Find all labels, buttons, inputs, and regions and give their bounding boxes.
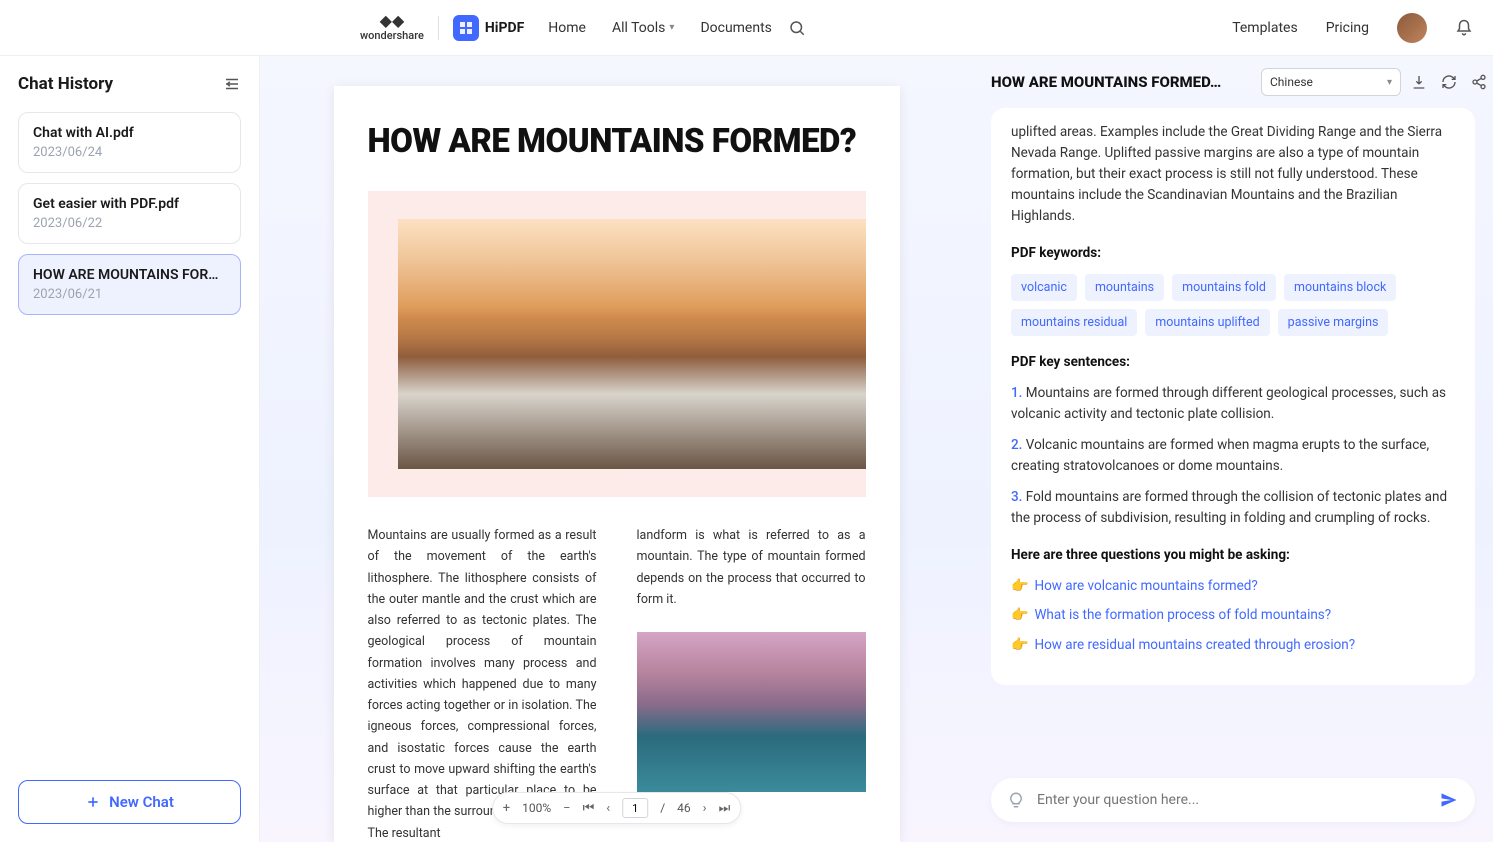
keyword-chip[interactable]: volcanic <box>1011 274 1077 301</box>
refresh-icon[interactable] <box>1441 74 1457 90</box>
sidebar: Chat History Chat with AI.pdf 2023/06/24… <box>0 56 260 842</box>
pointer-icon: 👉 <box>1011 635 1028 657</box>
brand-block: ◆◆ wondershare HiPDF Home All Tools ▾ Do… <box>360 13 806 42</box>
page-sep: / <box>660 801 665 815</box>
key-sentence: 1. Mountains are formed through differen… <box>1011 383 1455 425</box>
keyword-chip[interactable]: mountains block <box>1284 274 1396 301</box>
keyword-chip[interactable]: mountains fold <box>1172 274 1276 301</box>
chevron-down-icon: ▾ <box>669 22 674 33</box>
page-controls: + 100% − ⏮ ‹ / 46 › ⏭ <box>492 792 742 824</box>
collapse-sidebar-icon[interactable] <box>223 75 241 93</box>
nav-home[interactable]: Home <box>548 20 586 36</box>
header-right: Templates Pricing <box>1232 13 1473 43</box>
page-total: 46 <box>677 801 691 815</box>
history-item-active[interactable]: HOW ARE MOUNTAINS FORME… 2023/06/21 <box>18 254 241 315</box>
panel-actions <box>1411 74 1487 90</box>
keyword-chip[interactable]: mountains uplifted <box>1145 309 1269 336</box>
nav-all-tools-label: All Tools <box>612 20 665 36</box>
suggested-question[interactable]: 👉What is the formation process of fold m… <box>1011 605 1455 627</box>
history-item-date: 2023/06/22 <box>33 216 226 231</box>
main-area: Chat History Chat with AI.pdf 2023/06/24… <box>0 56 1493 842</box>
pointer-icon: 👉 <box>1011 576 1028 598</box>
plus-icon <box>85 794 101 810</box>
pointer-icon: 👉 <box>1011 605 1028 627</box>
lightbulb-icon[interactable] <box>1007 791 1025 809</box>
mountain-image <box>398 219 866 469</box>
history-item-name: Chat with AI.pdf <box>33 125 226 141</box>
ai-panel: HOW ARE MOUNTAINS FORMED… Chinese ▾ upli… <box>973 56 1493 842</box>
user-avatar[interactable] <box>1397 13 1427 43</box>
document-col2-text: landform is what is referred to as a mou… <box>637 528 866 607</box>
sidebar-header: Chat History <box>18 74 241 94</box>
wondershare-bolt-icon: ◆◆ <box>380 13 405 29</box>
download-icon[interactable] <box>1411 74 1427 90</box>
history-item[interactable]: Get easier with PDF.pdf 2023/06/22 <box>18 183 241 244</box>
zoom-in-icon[interactable]: + <box>503 801 510 816</box>
chevron-down-icon: ▾ <box>1387 77 1392 88</box>
history-item-name: Get easier with PDF.pdf <box>33 196 226 212</box>
page-input[interactable] <box>622 798 648 818</box>
new-chat-label: New Chat <box>109 793 174 811</box>
ai-answer-card: uplifted areas. Examples include the Gre… <box>991 108 1475 685</box>
zoom-level: 100% <box>522 801 551 815</box>
last-page-icon[interactable]: ⏭ <box>719 801 731 816</box>
nav-pricing[interactable]: Pricing <box>1326 20 1369 36</box>
share-icon[interactable] <box>1471 74 1487 90</box>
mountain-image-2 <box>637 632 866 792</box>
history-item-date: 2023/06/24 <box>33 145 226 160</box>
chat-input[interactable] <box>1037 792 1427 808</box>
keyword-chip[interactable]: passive margins <box>1278 309 1389 336</box>
panel-title: HOW ARE MOUNTAINS FORMED… <box>991 73 1251 91</box>
next-page-icon[interactable]: › <box>703 801 707 816</box>
sidebar-title: Chat History <box>18 74 113 94</box>
app-header: ◆◆ wondershare HiPDF Home All Tools ▾ Do… <box>0 0 1493 56</box>
hero-image-container <box>368 191 866 497</box>
summary-text: uplifted areas. Examples include the Gre… <box>1011 122 1455 227</box>
history-list: Chat with AI.pdf 2023/06/24 Get easier w… <box>18 112 241 780</box>
suggested-question[interactable]: 👉How are volcanic mountains formed? <box>1011 576 1455 598</box>
keyword-chip[interactable]: mountains <box>1085 274 1164 301</box>
hipdf-label: HiPDF <box>485 20 524 36</box>
history-item-name: HOW ARE MOUNTAINS FORME… <box>33 267 226 283</box>
main-nav: Home All Tools ▾ Documents <box>548 20 772 36</box>
history-item-date: 2023/06/21 <box>33 287 226 302</box>
key-sentences-label: PDF key sentences: <box>1011 352 1455 373</box>
search-icon[interactable] <box>788 19 806 37</box>
key-sentence: 3. Fold mountains are formed through the… <box>1011 487 1455 529</box>
language-select[interactable]: Chinese ▾ <box>1261 68 1401 96</box>
nav-documents[interactable]: Documents <box>700 20 771 36</box>
suggested-question[interactable]: 👉How are residual mountains created thro… <box>1011 635 1455 657</box>
chat-input-bar <box>991 778 1475 822</box>
key-sentence: 2. Volcanic mountains are formed when ma… <box>1011 435 1455 477</box>
send-icon[interactable] <box>1439 790 1459 810</box>
document-title: HOW ARE MOUNTAINS FORMED? <box>368 122 866 161</box>
panel-header: HOW ARE MOUNTAINS FORMED… Chinese ▾ <box>973 56 1493 108</box>
questions-label: Here are three questions you might be as… <box>1011 545 1455 566</box>
wondershare-label: wondershare <box>360 29 424 42</box>
nav-templates[interactable]: Templates <box>1232 20 1298 36</box>
document-page: HOW ARE MOUNTAINS FORMED? Mountains are … <box>334 86 900 842</box>
zoom-out-icon[interactable]: − <box>563 801 570 816</box>
history-item[interactable]: Chat with AI.pdf 2023/06/24 <box>18 112 241 173</box>
new-chat-button[interactable]: New Chat <box>18 780 241 824</box>
document-viewer: HOW ARE MOUNTAINS FORMED? Mountains are … <box>260 56 973 842</box>
hipdf-icon <box>453 15 479 41</box>
wondershare-logo[interactable]: ◆◆ wondershare <box>360 13 424 42</box>
notification-icon[interactable] <box>1455 19 1473 37</box>
language-value: Chinese <box>1270 75 1313 89</box>
divider <box>438 16 439 40</box>
keywords-list: volcanic mountains mountains fold mounta… <box>1011 274 1455 337</box>
keyword-chip[interactable]: mountains residual <box>1011 309 1137 336</box>
first-page-icon[interactable]: ⏮ <box>583 801 595 816</box>
hipdf-logo[interactable]: HiPDF <box>453 15 524 41</box>
prev-page-icon[interactable]: ‹ <box>606 801 610 816</box>
keywords-label: PDF keywords: <box>1011 243 1455 264</box>
nav-all-tools[interactable]: All Tools ▾ <box>612 20 674 36</box>
